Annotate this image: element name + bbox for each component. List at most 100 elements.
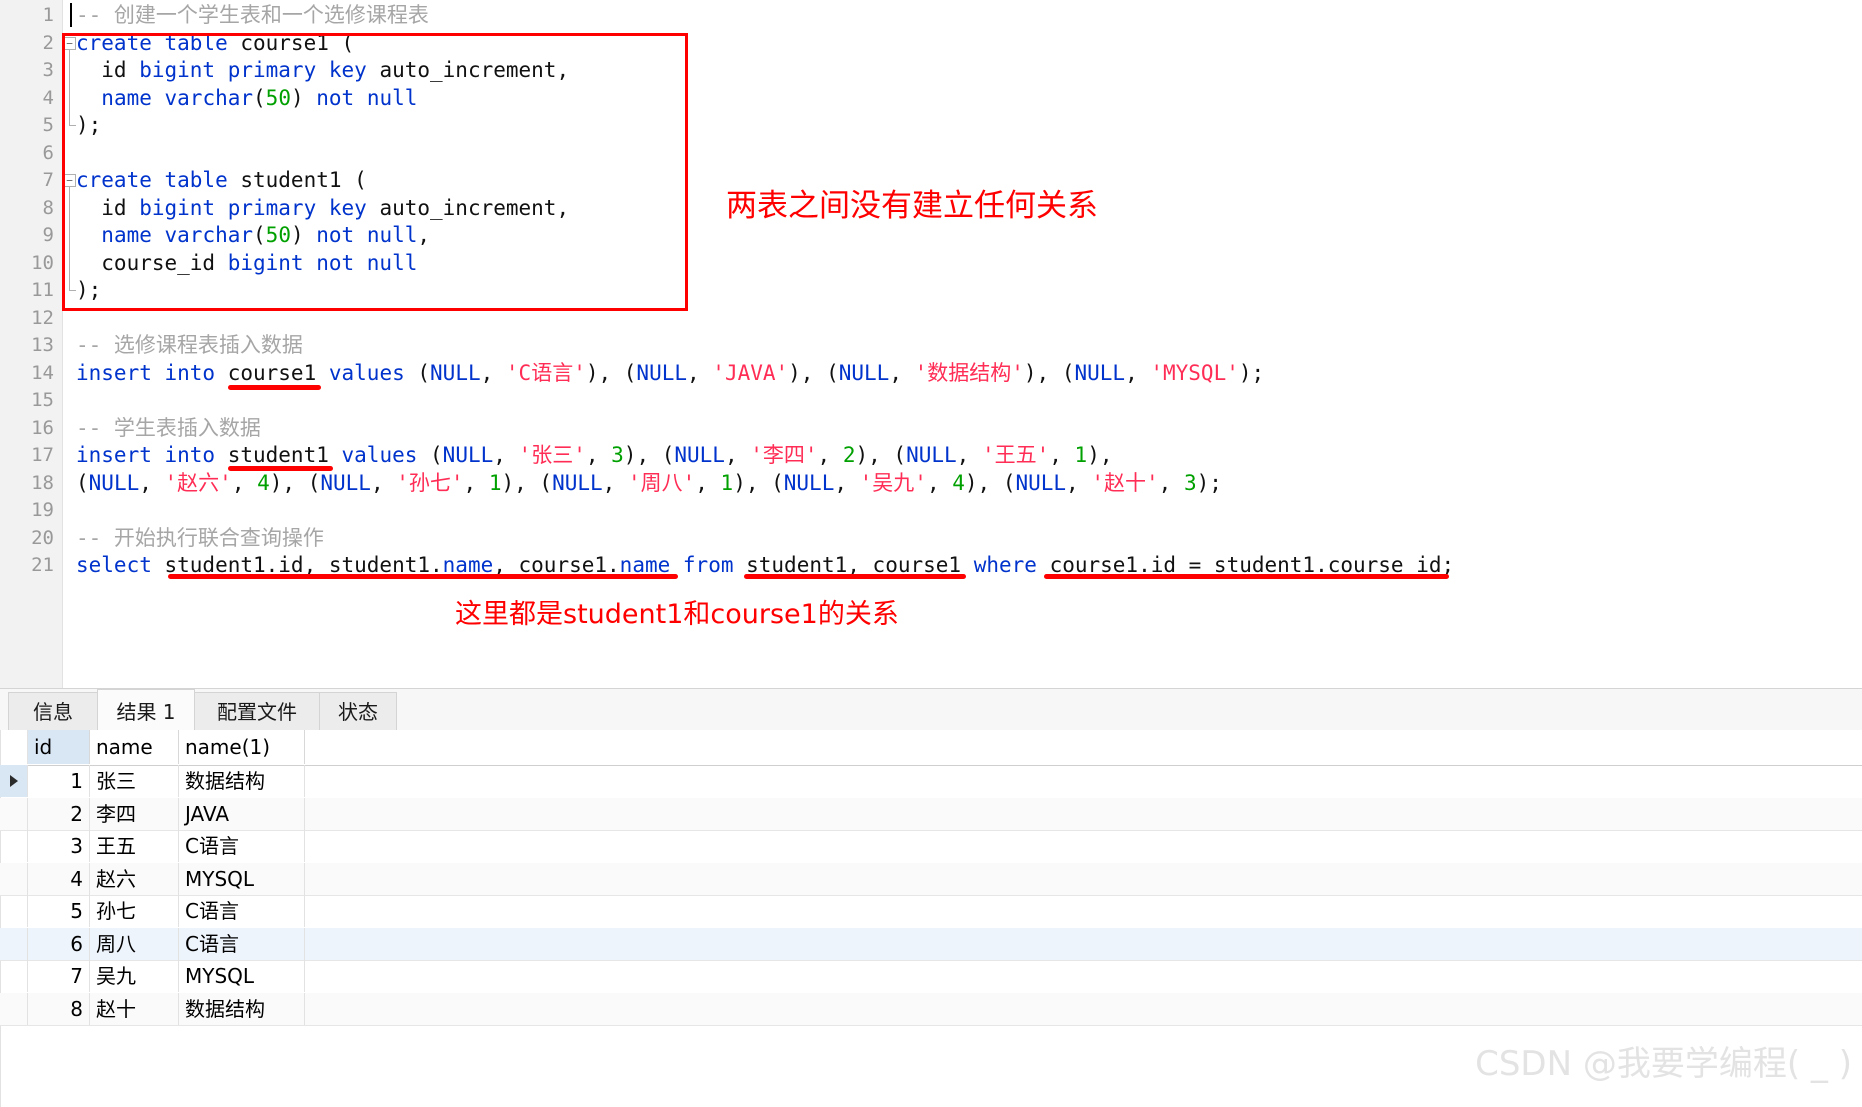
row-selector-cell[interactable]: [0, 765, 28, 797]
code-area[interactable]: -- 创建一个学生表和一个选修课程表 create table course1 (…: [70, 0, 1862, 688]
fold-toggle-icon[interactable]: −: [63, 174, 76, 187]
table-row[interactable]: 8 赵十 数据结构: [0, 992, 1862, 1026]
code-token: NULL: [783, 470, 835, 495]
code-token: NULL: [430, 360, 481, 385]
table-cell-name[interactable]: 赵六: [90, 862, 179, 895]
code-line[interactable]: -- 学生表插入数据: [76, 415, 261, 443]
code-token: '赵十': [1091, 470, 1159, 495]
row-selector-cell[interactable]: [0, 895, 28, 927]
table-cell-name1[interactable]: 数据结构: [179, 992, 305, 1025]
table-cell-id[interactable]: 8: [28, 992, 90, 1025]
underline-from-tables-line21: [744, 574, 966, 579]
table-cell-name1[interactable]: MYSQL: [179, 960, 305, 992]
code-token: bigint primary key: [139, 195, 367, 220]
code-line[interactable]: id bigint primary key auto_increment,: [76, 57, 569, 85]
code-line[interactable]: -- 创建一个学生表和一个选修课程表: [76, 2, 429, 30]
line-number: 15: [31, 389, 54, 411]
table-cell-name1[interactable]: 数据结构: [179, 765, 305, 797]
table-cell-id[interactable]: 4: [28, 862, 90, 895]
sql-editor[interactable]: 1 2 3 4 5 6 7 8 9 10 11 12 13 14 15 16 17 18 19 20 21 -- 创建一…: [0, 0, 1862, 688]
code-line[interactable]: insert into course1 values (NULL, 'C语言')…: [76, 360, 1264, 388]
code-line[interactable]: name varchar(50) not null: [76, 85, 417, 113]
table-cell-id[interactable]: 5: [28, 895, 90, 927]
code-token: 'MYSQL': [1150, 360, 1239, 385]
table-cell-name1[interactable]: C语言: [179, 895, 305, 927]
grid-column-header[interactable]: name(1): [179, 730, 305, 764]
row-selector-cell[interactable]: [0, 830, 28, 862]
code-token: 4: [257, 470, 270, 495]
table-cell-name[interactable]: 王五: [90, 830, 179, 862]
row-selector-cell[interactable]: [0, 927, 28, 960]
table-row[interactable]: 1 张三 数据结构: [0, 765, 1862, 799]
table-row[interactable]: 3 王五 C语言: [0, 830, 1862, 864]
result-tab-4[interactable]: 状态: [319, 692, 397, 730]
table-row[interactable]: 6 周八 C语言: [0, 927, 1862, 961]
code-token: '吴九': [859, 470, 927, 495]
code-line[interactable]: create table student1 (: [76, 167, 367, 195]
table-cell-name[interactable]: 孙七: [90, 895, 179, 927]
line-number: 17: [31, 444, 54, 466]
table-cell-name[interactable]: 赵十: [90, 992, 179, 1025]
table-cell-id[interactable]: 3: [28, 830, 90, 862]
code-line[interactable]: name varchar(50) not null,: [76, 222, 430, 250]
table-cell-name1[interactable]: C语言: [179, 830, 305, 862]
code-token: '数据结构': [914, 360, 1024, 385]
code-token: ,: [1049, 443, 1075, 467]
code-token: ,: [834, 470, 860, 495]
code-line[interactable]: (NULL, '赵六', 4), (NULL, '孙七', 1), (NULL,…: [76, 470, 1222, 498]
table-cell-id[interactable]: 1: [28, 765, 90, 797]
code-token: ,: [1158, 470, 1184, 495]
code-line[interactable]: -- 开始执行联合查询操作: [76, 525, 324, 553]
result-tab-2[interactable]: 结果 1: [97, 689, 195, 731]
table-row[interactable]: 4 赵六 MYSQL: [0, 862, 1862, 896]
code-line[interactable]: course_id bigint not null: [76, 250, 417, 278]
code-token: name varchar: [101, 223, 254, 247]
table-cell-id[interactable]: 2: [28, 797, 90, 830]
result-tab-3[interactable]: 配置文件: [194, 692, 320, 730]
code-token: create table: [76, 30, 228, 55]
table-row[interactable]: 7 吴九 MYSQL: [0, 960, 1862, 994]
line-number: 3: [42, 59, 54, 81]
code-token: student1 (: [227, 168, 367, 192]
table-cell-id[interactable]: 6: [28, 927, 90, 960]
code-token: NULL: [88, 470, 140, 495]
code-token: ,: [139, 470, 165, 495]
table-row[interactable]: 5 孙七 C语言: [0, 895, 1862, 929]
line-number: 7: [42, 169, 54, 191]
code-token: id: [76, 195, 140, 220]
table-cell-name[interactable]: 周八: [90, 927, 179, 960]
table-cell-name[interactable]: 吴九: [90, 960, 179, 992]
code-token: bigint primary key: [139, 58, 367, 82]
code-line[interactable]: create table course1 (: [76, 30, 354, 58]
fold-end-marker: [69, 125, 76, 126]
grid-column-header[interactable]: name: [90, 730, 179, 764]
row-selector-cell[interactable]: [0, 960, 28, 992]
table-cell-name1[interactable]: JAVA: [179, 797, 305, 830]
result-tab-strip[interactable]: 信息 结果 1 配置文件 状态: [0, 688, 1862, 731]
table-cell-name1[interactable]: C语言: [179, 927, 305, 960]
table-cell-name1[interactable]: MYSQL: [179, 862, 305, 895]
code-token: -- 开始执行联合查询操作: [76, 525, 324, 550]
line-number: 16: [31, 416, 54, 439]
result-tab-1[interactable]: 信息: [8, 692, 98, 730]
code-line[interactable]: -- 选修课程表插入数据: [76, 332, 303, 360]
row-selector-cell[interactable]: [0, 797, 28, 830]
code-line[interactable]: );: [76, 277, 101, 305]
row-selector-cell[interactable]: [0, 862, 28, 895]
grid-column-header[interactable]: id: [28, 730, 90, 764]
table-cell-name[interactable]: 张三: [90, 765, 179, 797]
table-cell-id[interactable]: 7: [28, 960, 90, 992]
code-token: NULL: [320, 470, 371, 495]
table-cell-name[interactable]: 李四: [90, 797, 179, 830]
table-row[interactable]: 2 李四 JAVA: [0, 797, 1862, 831]
code-line[interactable]: );: [76, 112, 101, 140]
code-token: ), (: [733, 470, 784, 495]
code-line[interactable]: id bigint primary key auto_increment,: [76, 195, 569, 223]
code-token: 4: [952, 470, 965, 495]
line-number: 13: [31, 334, 54, 356]
code-token: -- 学生表插入数据: [76, 415, 261, 440]
row-selector-cell[interactable]: [0, 992, 28, 1025]
fold-toggle-icon[interactable]: −: [63, 36, 76, 50]
line-number: 5: [42, 114, 54, 136]
line-number: 2: [42, 31, 54, 54]
